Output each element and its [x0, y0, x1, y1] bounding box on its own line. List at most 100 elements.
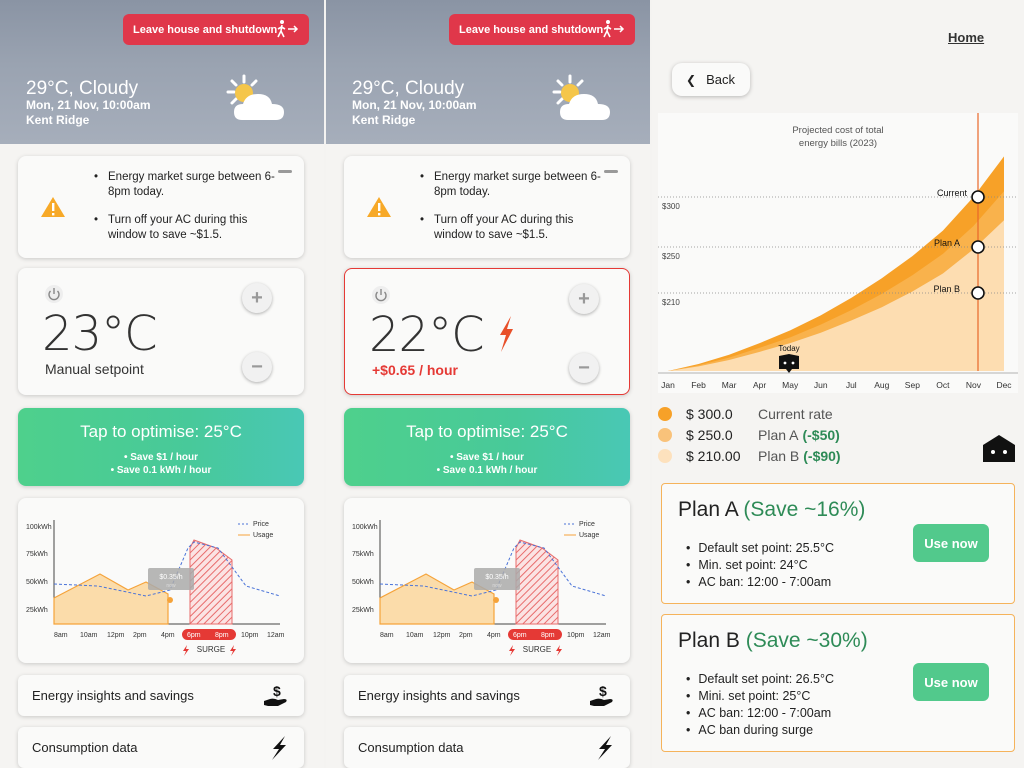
- decrease-temp-button[interactable]: −: [569, 353, 599, 383]
- optimise-button[interactable]: Tap to optimise: 25°C • Save $1 / hour •…: [18, 408, 304, 486]
- tooltip-sub: now: [492, 583, 502, 589]
- projection-chart: Projected cost of total energy bills (20…: [658, 113, 1018, 390]
- decrease-temp-button[interactable]: −: [242, 352, 272, 382]
- usage-chart: 100kWh 75kWh 50kWh 25kWh $0.35/h now Pri…: [352, 520, 611, 656]
- alert-line-1: Energy market surge between 6-8pm today.: [94, 170, 278, 200]
- consumption-data-link[interactable]: Consumption data: [18, 727, 304, 768]
- weather-date: Mon, 21 Nov, 10:00am: [352, 98, 477, 112]
- smart-home-icon[interactable]: [982, 433, 1016, 463]
- x-tick: 2pm: [459, 632, 473, 639]
- consumption-data-label: Consumption data: [358, 740, 464, 755]
- y-label: $300: [662, 202, 680, 211]
- collapse-alert-button[interactable]: [604, 170, 618, 173]
- legend-amount: $ 210.00: [686, 448, 741, 464]
- home-link[interactable]: Home: [948, 30, 984, 45]
- use-plan-b-button[interactable]: Use now: [913, 663, 989, 701]
- legend-dot-plan-a: [658, 428, 672, 442]
- energy-insights-link[interactable]: Energy insights and savings $: [18, 675, 304, 716]
- plan-a-title: Plan A (Save ~16%): [678, 498, 866, 521]
- weather-date: Mon, 21 Nov, 10:00am: [26, 98, 151, 112]
- increase-temp-button[interactable]: +: [242, 283, 272, 313]
- leave-shutdown-label: Leave house and shutdown: [133, 23, 278, 36]
- setpoint-temp: 23°C: [42, 306, 158, 362]
- legend-name: Plan B: [758, 448, 800, 464]
- x-tick: 12pm: [433, 632, 451, 639]
- legend-save: (-$50): [802, 427, 840, 443]
- setpoint-label: Manual setpoint: [45, 361, 144, 377]
- leave-shutdown-label: Leave house and shutdown: [459, 23, 604, 36]
- lightning-icon: [272, 736, 286, 760]
- weather-location: Kent Ridge: [26, 113, 90, 127]
- month-label: Dec: [996, 380, 1012, 390]
- marker-plan-a: [971, 240, 985, 254]
- bolt-icon: [230, 645, 236, 656]
- bolt-icon: [556, 645, 562, 656]
- plan-b-card: Plan B (Save ~30%) Default set point: 26…: [661, 614, 1015, 752]
- legend-dot-plan-b: [658, 449, 672, 463]
- plan-b-item: Mini. set point: 25°C: [686, 688, 834, 705]
- plan-a-card: Plan A (Save ~16%) Default set point: 25…: [661, 483, 1015, 604]
- setpoint-cost: +$0.65 / hour: [372, 362, 458, 378]
- legend-current: $ 300.0 Current rate: [658, 406, 833, 422]
- marker-current-label: Current: [937, 188, 968, 198]
- x-tick: 2pm: [133, 632, 147, 639]
- setpoint-temp: 22°C: [369, 307, 485, 363]
- usage-chart-card: 100kWh 75kWh 50kWh 25kWh $0.35/h now Pri…: [344, 498, 630, 663]
- y-label: $210: [662, 298, 680, 307]
- month-label: May: [782, 380, 799, 390]
- plan-b-item: Default set point: 26.5°C: [686, 671, 834, 688]
- legend-plan-b: $ 210.00 Plan B (-$90): [658, 448, 841, 464]
- consumption-data-link[interactable]: Consumption data: [344, 727, 630, 768]
- marker-plan-b: [971, 286, 985, 300]
- y-tick: 50kWh: [26, 579, 48, 586]
- x-tick: 10pm: [241, 632, 259, 639]
- consumption-data-label: Consumption data: [32, 740, 138, 755]
- legend-plan-a: $ 250.0 Plan A (-$50): [658, 427, 840, 443]
- surge-alert-card: Energy market surge between 6-8pm today.…: [18, 156, 304, 258]
- projection-chart-panel: Projected cost of total energy bills (20…: [658, 113, 1018, 393]
- legend-save: (-$90): [803, 448, 841, 464]
- y-tick: 75kWh: [352, 551, 374, 558]
- month-label: Nov: [966, 380, 982, 390]
- energy-insights-link[interactable]: Energy insights and savings $: [344, 675, 630, 716]
- weather-location: Kent Ridge: [352, 113, 416, 127]
- legend-name: Current rate: [758, 406, 833, 422]
- x-tick: 10am: [406, 632, 424, 639]
- tooltip-price: $0.35/h: [485, 574, 508, 581]
- use-plan-a-button[interactable]: Use now: [913, 524, 989, 562]
- setpoint-card: 22°C +$0.65 / hour + −: [344, 268, 630, 395]
- money-hand-icon: $: [264, 683, 287, 706]
- back-button[interactable]: ❮ Back: [672, 63, 750, 96]
- partly-cloudy-icon: [226, 74, 284, 120]
- alert-line-2: Turn off your AC during this window to s…: [94, 213, 278, 243]
- energy-insights-label: Energy insights and savings: [32, 688, 194, 703]
- partly-cloudy-icon: [552, 74, 610, 120]
- leave-shutdown-button[interactable]: Leave house and shutdown: [123, 14, 309, 45]
- x-tick: 12am: [267, 632, 285, 639]
- optimise-title: Tap to optimise: 25°C: [406, 422, 568, 441]
- x-tick: 4pm: [487, 632, 501, 639]
- collapse-alert-button[interactable]: [278, 170, 292, 173]
- alert-line-2: Turn off your AC during this window to s…: [420, 213, 604, 243]
- leave-shutdown-button[interactable]: Leave house and shutdown: [449, 14, 635, 45]
- legend-name: Plan A: [758, 427, 799, 443]
- legend-price: Price: [579, 521, 595, 528]
- month-label: Jul: [846, 380, 857, 390]
- optimise-title: Tap to optimise: 25°C: [80, 422, 242, 441]
- optimise-save-money: • Save $1 / hour: [449, 452, 525, 463]
- plan-a-item: Min. set point: 24°C: [686, 557, 834, 574]
- optimise-save-energy: • Save 0.1 kWh / hour: [436, 465, 538, 476]
- y-tick: 25kWh: [26, 607, 48, 614]
- power-icon[interactable]: [371, 285, 391, 305]
- month-label: Feb: [691, 380, 706, 390]
- svg-text:$: $: [273, 683, 281, 699]
- power-icon[interactable]: [44, 284, 64, 304]
- optimise-button[interactable]: Tap to optimise: 25°C • Save $1 / hour •…: [344, 408, 630, 486]
- plan-a-item: AC ban: 12:00 - 7:00am: [686, 574, 834, 591]
- legend-amount: $ 300.0: [686, 406, 733, 422]
- x-tick: 10am: [80, 632, 98, 639]
- surge-label: SURGE: [197, 645, 225, 654]
- increase-temp-button[interactable]: +: [569, 284, 599, 314]
- plan-a-item: Default set point: 25.5°C: [686, 540, 834, 557]
- x-tick: 8pm: [215, 632, 229, 639]
